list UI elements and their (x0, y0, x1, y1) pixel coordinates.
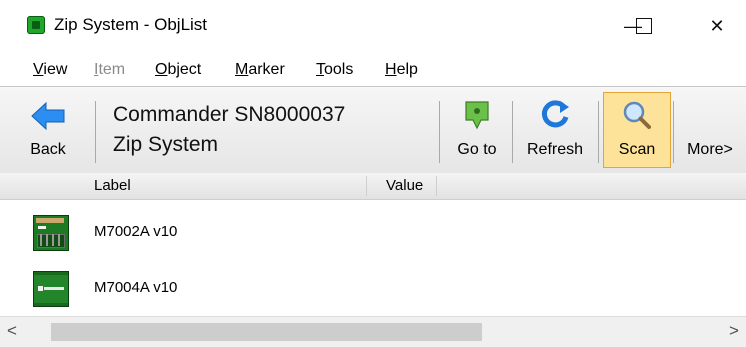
row-label: M7002A v10 (94, 223, 178, 240)
scroll-right-arrow[interactable]: > (729, 321, 739, 341)
app-icon (27, 16, 45, 34)
refresh-icon (541, 100, 569, 128)
refresh-button[interactable]: Refresh (515, 91, 595, 167)
scan-button[interactable]: Scan (603, 92, 671, 168)
menu-object[interactable]: Object (155, 61, 201, 79)
toolbar-separator (95, 101, 96, 163)
goto-button[interactable]: Go to (443, 91, 511, 167)
column-header-label[interactable]: Label (94, 177, 131, 194)
table-row[interactable]: M7002A v10 (0, 204, 746, 261)
more-button[interactable]: More> (676, 91, 744, 167)
menu-marker[interactable]: Marker (235, 61, 285, 79)
circuit-board-icon (33, 215, 69, 251)
column-divider[interactable] (366, 176, 367, 196)
magnifier-icon (623, 101, 651, 129)
row-label: M7004A v10 (94, 279, 178, 296)
circuit-board-icon (33, 271, 69, 307)
maximize-icon (636, 18, 652, 34)
back-arrow-icon (31, 101, 65, 131)
menu-item[interactable]: Item (94, 61, 125, 79)
scan-label: Scan (618, 141, 656, 158)
title-bar: Zip System - ObjList — ✕ (0, 0, 746, 56)
goto-label: Go to (457, 141, 497, 158)
column-header-row: Label Value (0, 173, 746, 200)
location-pin-icon (465, 101, 489, 130)
maximize-button[interactable] (621, 10, 667, 42)
back-label: Back (30, 141, 66, 158)
breadcrumb-line2: Zip System (113, 133, 219, 156)
toolbar-separator (439, 101, 440, 163)
window-title: Zip System - ObjList (54, 15, 208, 34)
menu-tools[interactable]: Tools (316, 61, 353, 79)
scroll-left-arrow[interactable]: < (7, 321, 17, 341)
horizontal-scrollbar[interactable]: < > (0, 316, 746, 347)
close-button[interactable]: ✕ (694, 10, 740, 42)
menu-view[interactable]: View (33, 61, 67, 79)
column-divider[interactable] (436, 176, 437, 196)
breadcrumb-line1: Commander SN8000037 (113, 103, 346, 126)
toolbar: Back Commander SN8000037 Zip System Go t… (0, 86, 746, 174)
column-header-value[interactable]: Value (386, 177, 423, 194)
toolbar-separator (673, 101, 674, 163)
scrollbar-thumb[interactable] (51, 323, 482, 341)
toolbar-separator (598, 101, 599, 163)
table-row[interactable]: M7004A v10 (0, 260, 746, 317)
menu-bar: View Item Object Marker Tools Help (0, 56, 746, 86)
more-label: More> (687, 141, 733, 158)
menu-help[interactable]: Help (385, 61, 418, 79)
toolbar-separator (512, 101, 513, 163)
back-button[interactable]: Back (22, 91, 74, 167)
refresh-label: Refresh (526, 141, 584, 158)
